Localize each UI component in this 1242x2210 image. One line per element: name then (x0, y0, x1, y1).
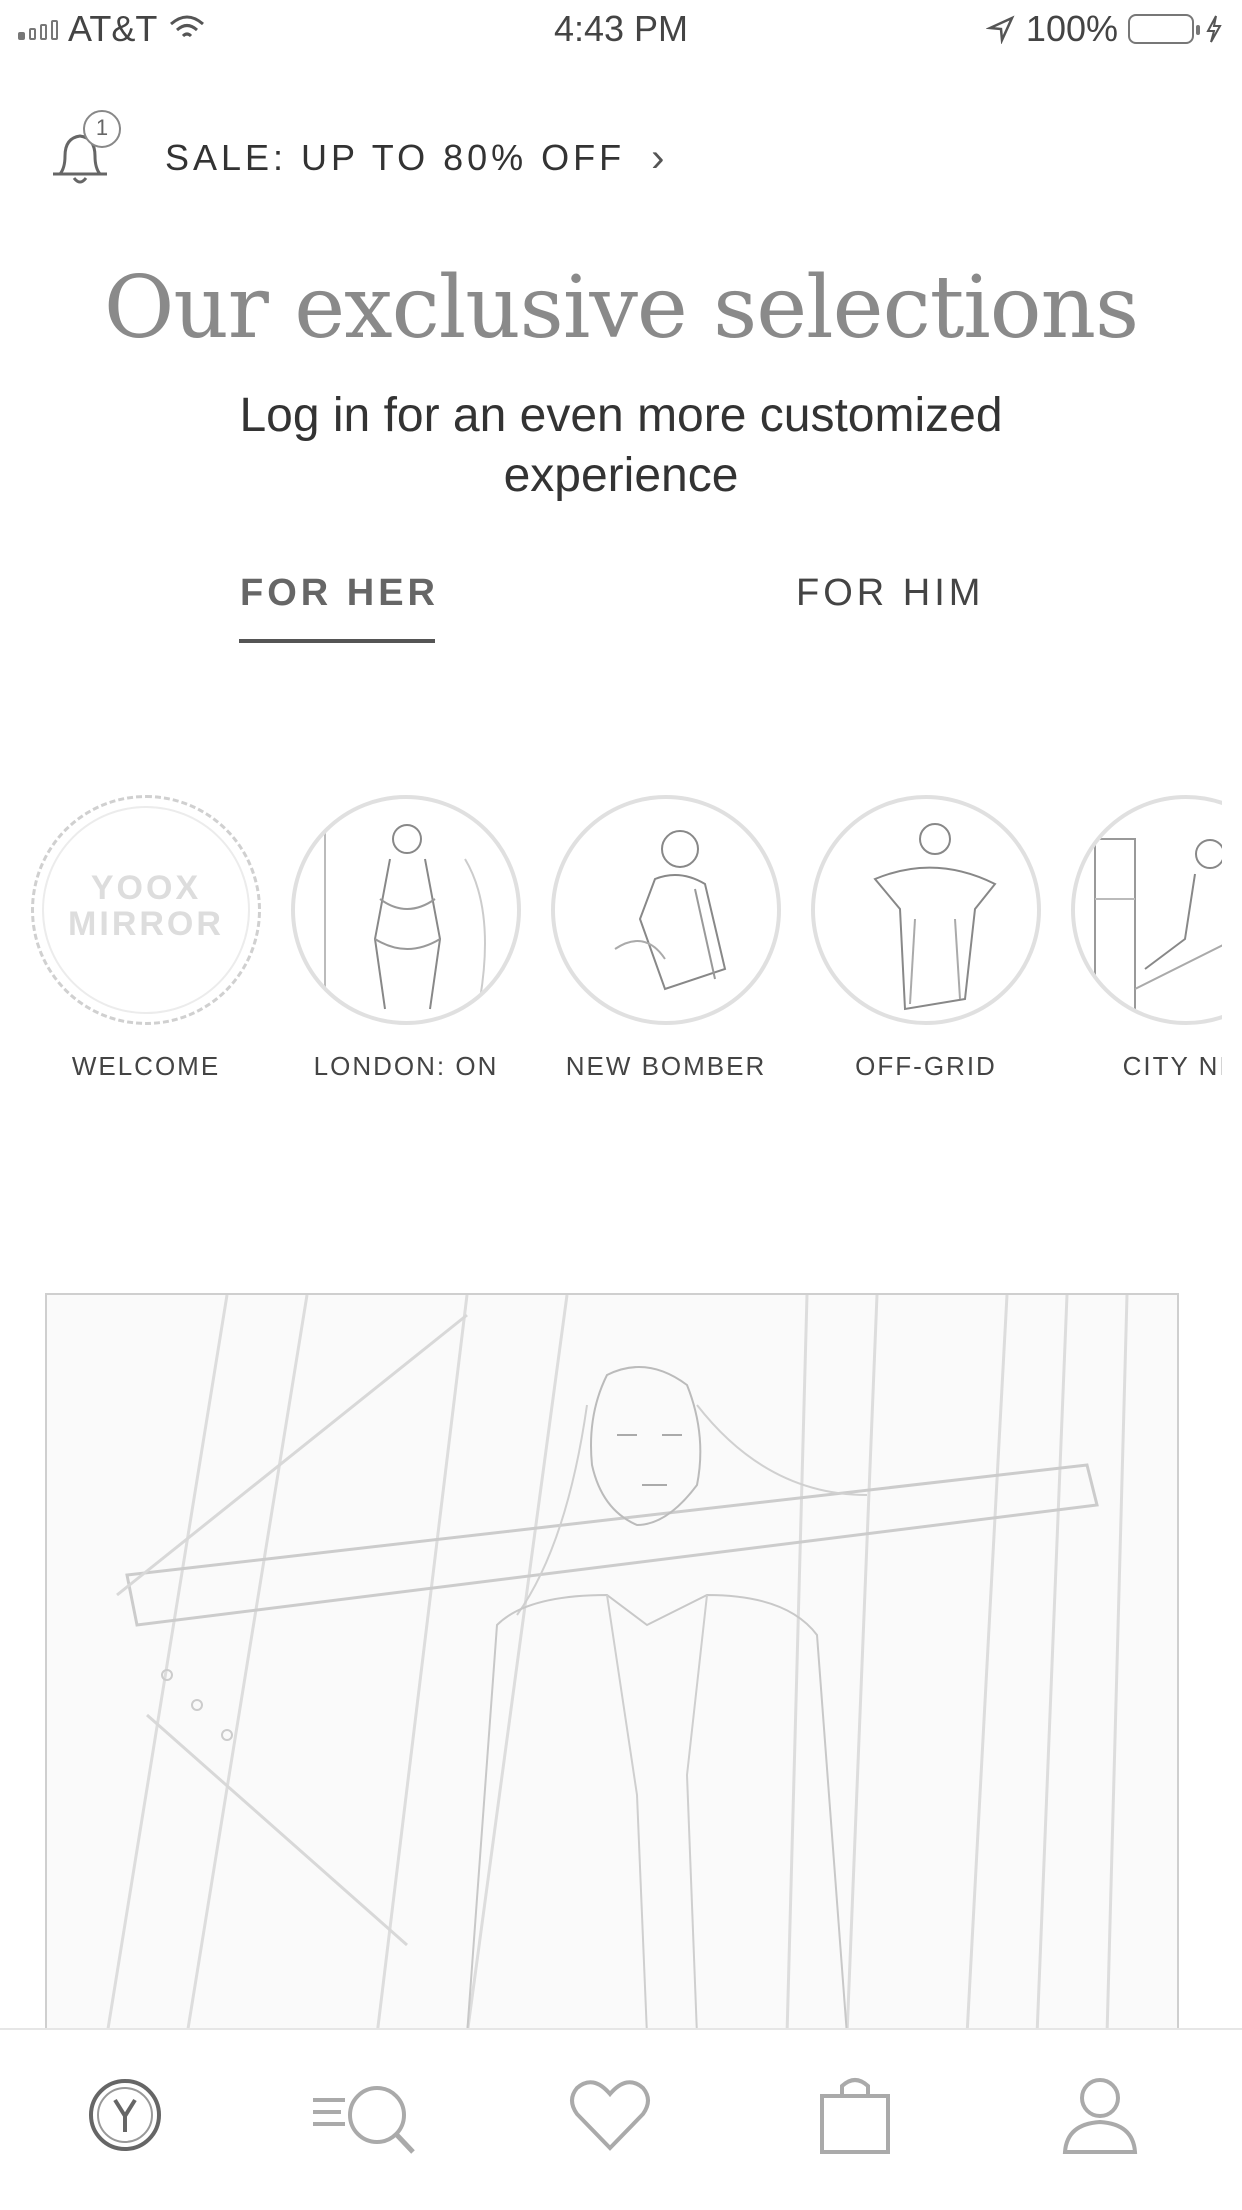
fashion-figure-image (1094, 838, 1222, 1010)
tab-wishlist[interactable] (565, 2070, 655, 2160)
profile-icon (1062, 2078, 1138, 2154)
battery-percent: 100% (1025, 8, 1118, 49)
editorial-photo (106, 1295, 1129, 2031)
tab-selected-indicator (239, 639, 435, 643)
shopping-bag-icon (820, 2078, 890, 2154)
tab-for-him[interactable]: FOR HIM (796, 572, 984, 615)
sale-banner[interactable]: 1 SALE: UP TO 80% OFF › (45, 110, 664, 198)
battery-icon (1128, 14, 1200, 44)
story-new-bomber[interactable]: NEW BOMBER (536, 795, 796, 1082)
heart-icon (570, 2080, 650, 2151)
story-city-nic[interactable]: CITY NIC (1056, 795, 1222, 1082)
story-label: NEW BOMBER (565, 1051, 767, 1081)
story-welcome[interactable]: YOOX MIRROR WELCOME (16, 795, 276, 1082)
location-arrow-icon (985, 15, 1015, 44)
story-thumbnail[interactable] (551, 795, 781, 1025)
story-label: OFF-GRID (855, 1051, 997, 1081)
menu-search-icon (313, 2086, 415, 2154)
notification-badge: 1 (83, 110, 121, 148)
sale-banner-text[interactable]: SALE: UP TO 80% OFF (165, 137, 625, 179)
stories-carousel[interactable]: YOOX MIRROR WELCOME LONDON: ON NEW BOMBE… (0, 795, 1222, 1095)
charging-bolt-icon (1206, 15, 1222, 43)
gender-tabs: FOR HER FOR HIM (0, 572, 1242, 652)
bottom-tab-bar (0, 2028, 1242, 2210)
fashion-figure-image (614, 830, 727, 991)
story-thumbnail[interactable] (1071, 795, 1222, 1025)
page-title: Our exclusive selections (103, 258, 1139, 358)
tab-home[interactable] (80, 2070, 170, 2160)
yoox-mirror-logo: YOOX MIRROR (68, 869, 224, 943)
story-label: LONDON: ON (313, 1051, 499, 1081)
story-london-on[interactable]: LONDON: ON (276, 795, 536, 1082)
home-logo-icon (89, 2079, 161, 2151)
status-bar: AT&T 4:43 PM 100% (0, 0, 1242, 62)
story-thumbnail[interactable]: YOOX MIRROR (31, 795, 261, 1025)
chevron-right-icon[interactable]: › (651, 136, 664, 181)
tab-bag[interactable] (810, 2070, 900, 2160)
tab-menu-search[interactable] (305, 2070, 415, 2160)
notifications-button[interactable]: 1 (45, 110, 125, 198)
fashion-figure-image (873, 823, 997, 1011)
status-right: 100% (985, 8, 1224, 50)
story-thumbnail[interactable] (811, 795, 1041, 1025)
story-off-grid[interactable]: OFF-GRID (796, 795, 1056, 1082)
fashion-figure-image (324, 819, 486, 1019)
tab-profile[interactable] (1055, 2070, 1145, 2160)
story-label: WELCOME (71, 1051, 221, 1081)
login-prompt[interactable]: Log in for an even more customized exper… (221, 386, 1021, 506)
story-label: CITY NIC (1122, 1051, 1222, 1081)
story-thumbnail[interactable] (291, 795, 521, 1025)
editorial-banner-image[interactable] (45, 1293, 1179, 2033)
tab-for-her[interactable]: FOR HER (240, 572, 439, 615)
